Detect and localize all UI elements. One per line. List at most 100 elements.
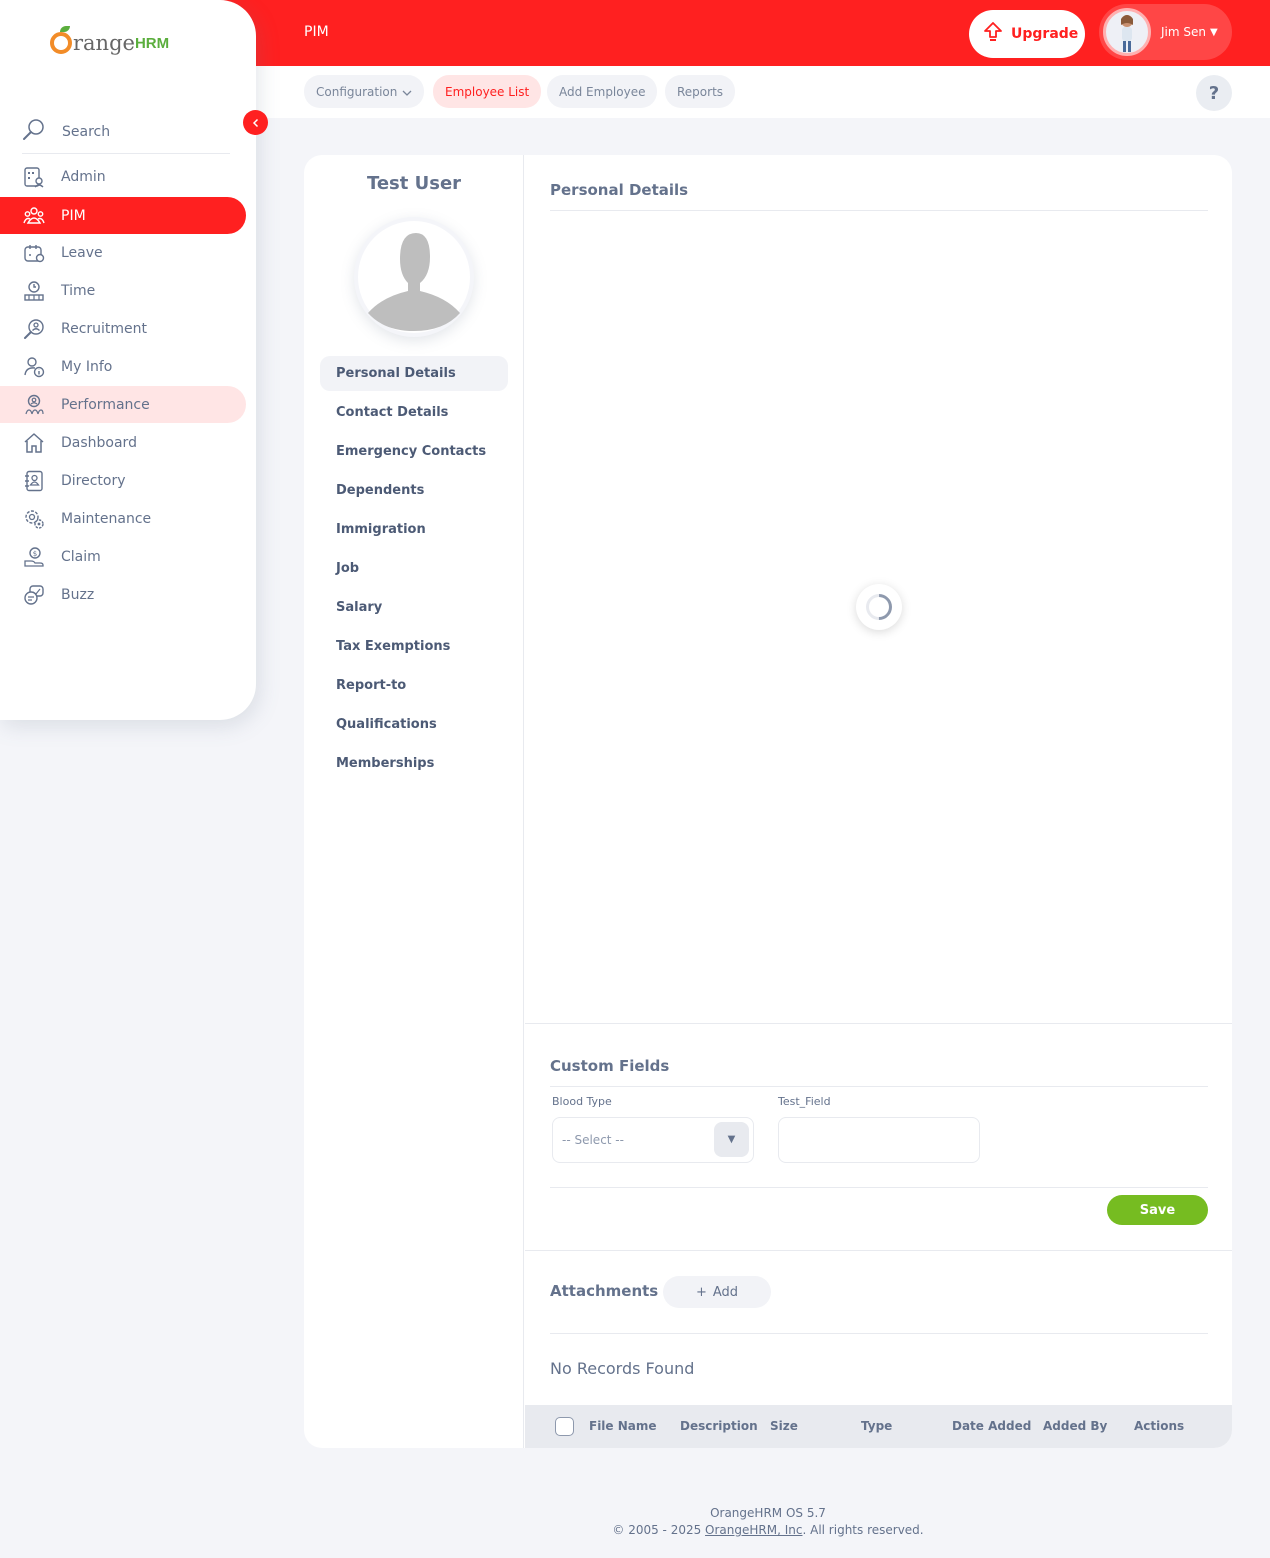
chevron-down-icon: ▼: [1209, 26, 1218, 38]
employee-tab-qualifications[interactable]: Qualifications: [320, 707, 508, 742]
directory-icon: [22, 469, 46, 493]
copyright-suffix: . All rights reserved.: [802, 1523, 924, 1537]
employee-tab-job[interactable]: Job: [320, 551, 508, 586]
footer-version: OrangeHRM OS 5.7: [710, 1506, 826, 1520]
tab-add-employee[interactable]: Add Employee: [547, 75, 658, 108]
collapse-sidebar-button[interactable]: [243, 110, 268, 135]
sidebar-item-buzz[interactable]: Buzz: [0, 576, 246, 613]
dashboard-icon: [22, 431, 46, 455]
upgrade-button[interactable]: Upgrade: [969, 10, 1085, 58]
employee-tab-report-to[interactable]: Report-to: [320, 668, 508, 703]
column-header[interactable]: File Name: [589, 1419, 657, 1433]
sidebar-item-time[interactable]: Time: [0, 272, 246, 309]
section-divider: [525, 1250, 1232, 1251]
tab-label: Add Employee: [559, 84, 646, 99]
plus-icon: +: [695, 1284, 707, 1300]
sidebar-item-label: Maintenance: [61, 510, 152, 527]
sidebar-item-label: Time: [61, 282, 96, 299]
sidebar-item-my-info[interactable]: My Info: [0, 348, 246, 385]
sidebar-item-label: Leave: [61, 244, 103, 261]
tab-label: Employee List: [445, 84, 530, 99]
help-button[interactable]: ?: [1196, 75, 1232, 111]
sidebar-item-recruitment[interactable]: Recruitment: [0, 310, 246, 347]
footer-copyright: © 2005 - 2025 OrangeHRM, Inc. All rights…: [256, 1522, 1270, 1539]
module-title: PIM: [304, 24, 329, 40]
column-header[interactable]: Size: [770, 1419, 798, 1433]
tab-configuration[interactable]: Configuration: [304, 75, 425, 108]
sidebar-item-dashboard[interactable]: Dashboard: [0, 424, 246, 461]
sidebar-item-pim[interactable]: PIM: [0, 197, 246, 234]
sidebar-item-label: Dashboard: [61, 434, 137, 451]
search-label: Search: [62, 123, 111, 140]
employee-tab-dependents[interactable]: Dependents: [320, 473, 508, 508]
tab-reports[interactable]: Reports: [665, 75, 736, 108]
orange-logo-icon: [50, 26, 72, 54]
tab-label: Reports: [677, 84, 724, 99]
avatar: [1103, 8, 1151, 56]
test-field-input[interactable]: [778, 1117, 980, 1163]
sidebar-search[interactable]: Search: [22, 110, 230, 154]
sidebar-item-leave[interactable]: Leave: [0, 234, 246, 271]
test-field-label: Test_Field: [778, 1095, 831, 1108]
copyright-prefix: © 2005 - 2025: [612, 1523, 706, 1537]
user-dropdown[interactable]: Jim Sen ▼: [1099, 4, 1232, 60]
column-header[interactable]: Date Added: [952, 1419, 1031, 1433]
employee-tab-contact-details[interactable]: Contact Details: [320, 395, 508, 430]
default-avatar-icon: [358, 221, 470, 333]
employee-tab-tax-exemptions[interactable]: Tax Exemptions: [320, 629, 508, 664]
tab-employee-list[interactable]: Employee List: [433, 75, 542, 108]
logo-hrm: HRM: [134, 35, 170, 52]
upgrade-icon: [983, 21, 1003, 47]
custom-fields-title: Custom Fields: [550, 1057, 670, 1075]
maintenance-icon: [22, 507, 46, 531]
sidebar-item-label: Admin: [61, 168, 106, 185]
column-header[interactable]: Actions: [1134, 1419, 1184, 1433]
sidebar: range HRM Search Admin PIM Leave Time Re…: [0, 0, 256, 720]
column-header[interactable]: Description: [680, 1419, 758, 1433]
employee-side-panel: Test User Personal Details Contact Detai…: [304, 155, 524, 1448]
sidebar-item-directory[interactable]: Directory: [0, 462, 246, 499]
employee-tab-personal-details[interactable]: Personal Details: [320, 356, 508, 391]
employee-tab-memberships[interactable]: Memberships: [320, 746, 508, 781]
sidebar-item-claim[interactable]: $ Claim: [0, 538, 246, 575]
spinner-ring-icon: [860, 588, 898, 626]
user-name: Jim Sen: [1161, 25, 1206, 39]
leave-icon: [22, 241, 46, 265]
company-link[interactable]: OrangeHRM, Inc: [705, 1523, 802, 1537]
loading-spinner: [856, 584, 902, 630]
top-nav: Configuration Employee List Add Employee…: [256, 66, 1270, 118]
chevron-left-icon: [252, 118, 258, 127]
select-value: -- Select --: [562, 1133, 624, 1147]
column-header[interactable]: Added By: [1043, 1419, 1107, 1433]
buzz-icon: [22, 583, 46, 607]
attachments-table-header: File Name Description Size Type Date Add…: [525, 1405, 1232, 1448]
sidebar-item-label: My Info: [61, 358, 113, 375]
sidebar-item-admin[interactable]: Admin: [0, 158, 246, 195]
add-label: Add: [712, 1284, 739, 1300]
add-attachment-button[interactable]: + Add: [663, 1276, 771, 1308]
divider: [550, 210, 1208, 211]
employee-photo[interactable]: [354, 217, 474, 337]
employee-tab-salary[interactable]: Salary: [320, 590, 508, 625]
search-icon: [22, 118, 46, 146]
employee-name: Test User: [366, 173, 462, 194]
employee-tab-emergency-contacts[interactable]: Emergency Contacts: [320, 434, 508, 469]
blood-type-label: Blood Type: [552, 1095, 612, 1108]
attachments-title: Attachments: [550, 1282, 659, 1300]
tab-label: Configuration: [316, 84, 398, 99]
section-divider: [525, 1023, 1232, 1024]
column-header[interactable]: Type: [861, 1419, 892, 1433]
sidebar-item-performance[interactable]: Performance: [0, 386, 246, 423]
sidebar-item-label: Buzz: [61, 586, 95, 603]
employee-tab-immigration[interactable]: Immigration: [320, 512, 508, 547]
divider: [550, 1187, 1208, 1188]
sidebar-item-maintenance[interactable]: Maintenance: [0, 500, 246, 537]
select-all-checkbox[interactable]: [555, 1417, 574, 1436]
sidebar-item-label: Directory: [61, 472, 126, 489]
claim-icon: $: [22, 545, 46, 569]
performance-icon: [22, 393, 46, 417]
blood-type-select[interactable]: -- Select -- ▼: [552, 1117, 754, 1163]
save-button[interactable]: Save: [1107, 1195, 1208, 1225]
personal-details-title: Personal Details: [550, 181, 689, 199]
logo[interactable]: range HRM: [50, 26, 170, 54]
